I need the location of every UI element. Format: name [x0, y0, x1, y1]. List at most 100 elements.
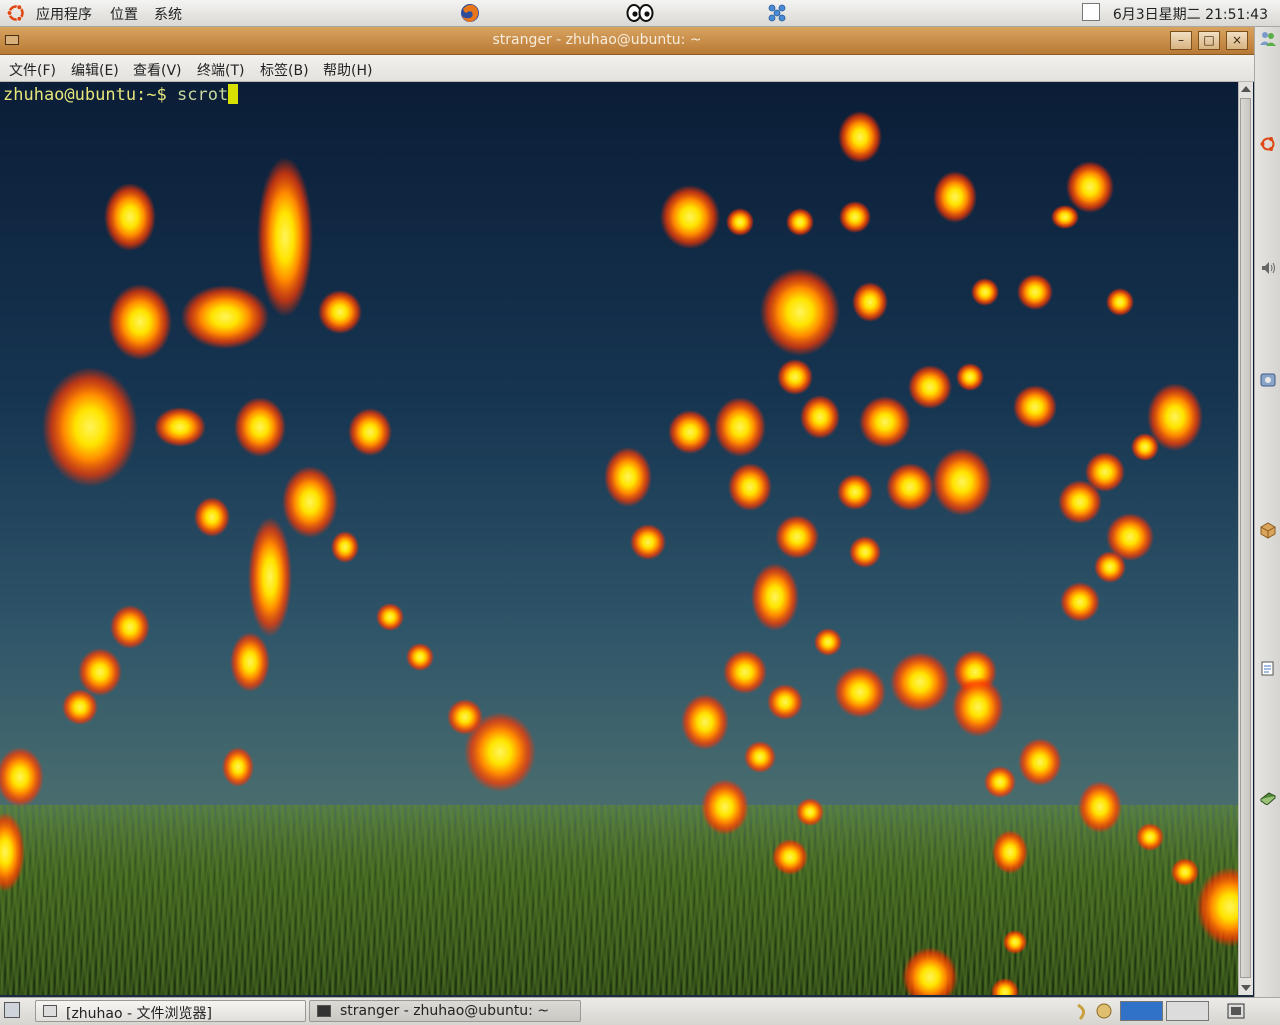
firework-glow [230, 632, 270, 692]
volume-icon[interactable] [1259, 259, 1277, 277]
maximize-button[interactable]: □ [1198, 31, 1220, 50]
firework-glow [464, 712, 536, 792]
firework-glow [681, 694, 729, 750]
firework-glow [1094, 551, 1126, 583]
right-side-panel [1254, 27, 1280, 997]
firework-glow [786, 208, 814, 236]
workspace-2[interactable] [1166, 1001, 1209, 1021]
menu-help[interactable]: 帮助(H) [323, 60, 372, 80]
firework-glow [282, 466, 338, 538]
firework-glow [984, 766, 1016, 798]
menu-file[interactable]: 文件(F) [9, 60, 56, 80]
command-text: scrot [166, 85, 229, 105]
firework-glow [1018, 738, 1062, 786]
firework-glow [154, 407, 206, 447]
firework-glow [376, 603, 404, 631]
menu-view[interactable]: 查看(V) [133, 60, 182, 80]
firework-glow [1078, 781, 1122, 833]
firework-glow [751, 563, 799, 631]
firework-glow [62, 689, 98, 725]
firework-glow [886, 463, 934, 511]
firework-glow [859, 396, 911, 448]
applications-menu[interactable]: 应用程序 [36, 4, 92, 24]
firework-glow [952, 677, 1004, 737]
firework-glow [772, 839, 808, 875]
firework-glow [104, 183, 156, 251]
workspace-1[interactable] [1120, 1001, 1163, 1021]
firework-glow [222, 747, 254, 787]
task-file-browser[interactable]: [zhuhao - 文件浏览器] [35, 1000, 306, 1022]
window-titlebar[interactable]: stranger - zhuhao@ubuntu: ~ – □ × [0, 27, 1254, 55]
firework-glow [834, 666, 886, 718]
firework-glow [890, 652, 950, 712]
show-desktop-icon[interactable] [4, 1002, 20, 1018]
firework-glow [1017, 274, 1053, 310]
firework-glows [0, 111, 1238, 995]
terminal-cursor [228, 84, 239, 104]
firework-glow [194, 497, 230, 537]
menu-tabs[interactable]: 标签(B) [260, 60, 309, 80]
firework-glow [318, 290, 362, 334]
firework-glow [956, 363, 984, 391]
firework-glow [668, 410, 712, 454]
firework-glow [1003, 930, 1027, 954]
firework-glow [331, 531, 359, 563]
firework-glow [971, 278, 999, 306]
task-label: stranger - zhuhao@ubuntu: ~ [340, 1003, 550, 1019]
network-manager-icon[interactable] [766, 2, 788, 24]
firework-glow [234, 397, 286, 457]
terminal-menubar: 文件(F) 编辑(E) 查看(V) 终端(T) 标签(B) 帮助(H) [0, 55, 1254, 82]
ubuntu-logo-icon[interactable] [6, 3, 26, 23]
menu-edit[interactable]: 编辑(E) [71, 60, 119, 80]
bottom-panel: [zhuhao - 文件浏览器] stranger - zhuhao@ubunt… [0, 997, 1280, 1025]
close-button[interactable]: × [1226, 31, 1248, 50]
package-icon[interactable] [1259, 521, 1277, 539]
firework-glow [777, 359, 813, 395]
firework-glow [902, 947, 958, 995]
firework-glow [775, 515, 819, 559]
folder-icon [43, 1005, 57, 1017]
users-icon[interactable] [1259, 29, 1277, 47]
menu-terminal[interactable]: 终端(T) [197, 60, 244, 80]
terminal-area[interactable]: zhuhao@ubuntu:~$ scrot [0, 82, 1238, 995]
weather-icon[interactable] [1074, 1001, 1116, 1021]
firework-glow [110, 605, 150, 649]
task-terminal[interactable]: stranger - zhuhao@ubuntu: ~ [309, 1000, 581, 1022]
book-icon[interactable] [1259, 787, 1277, 805]
firework-glow [992, 830, 1028, 874]
task-label: [zhuhao - 文件浏览器] [66, 1006, 212, 1022]
system-menu[interactable]: 系统 [154, 4, 182, 24]
preferences-icon[interactable] [1259, 371, 1277, 389]
notes-icon[interactable] [1259, 659, 1277, 677]
firework-glow [1196, 867, 1238, 947]
firework-glow [837, 474, 873, 510]
firework-glow [767, 684, 803, 720]
firework-glow [630, 524, 666, 560]
firework-glow [1131, 433, 1159, 461]
firework-glow [406, 643, 434, 671]
firework-glow [814, 628, 842, 656]
clock[interactable]: 6月3日星期二 21:51:43 [1113, 4, 1268, 24]
scroll-up-icon[interactable] [1241, 86, 1251, 92]
terminal-prompt-line: zhuhao@ubuntu:~$ scrot [3, 84, 239, 105]
scrollbar-thumb[interactable] [1240, 98, 1251, 978]
trash-icon[interactable] [1226, 1002, 1246, 1020]
terminal-scrollbar[interactable] [1238, 82, 1253, 995]
firework-glow [852, 282, 888, 322]
compiz-eyes-icon[interactable] [625, 2, 655, 24]
firework-glow [991, 978, 1019, 995]
places-menu[interactable]: 位置 [110, 4, 138, 24]
prompt-text: zhuhao@ubuntu:~$ [3, 85, 167, 105]
top-panel: 应用程序 位置 系统 6月3日星期二 21:51:43 [0, 0, 1280, 27]
scroll-down-icon[interactable] [1241, 985, 1251, 991]
firework-glow [1085, 452, 1125, 492]
firefox-icon[interactable] [459, 2, 481, 24]
minimize-button[interactable]: – [1170, 31, 1192, 50]
ubuntu-icon[interactable] [1259, 135, 1277, 153]
firework-glow [1171, 858, 1199, 886]
firework-glow [908, 365, 952, 409]
fireworks-background [0, 111, 1238, 995]
firework-glow [1136, 823, 1164, 851]
firework-glow [604, 447, 652, 507]
firework-glow [1060, 582, 1100, 622]
